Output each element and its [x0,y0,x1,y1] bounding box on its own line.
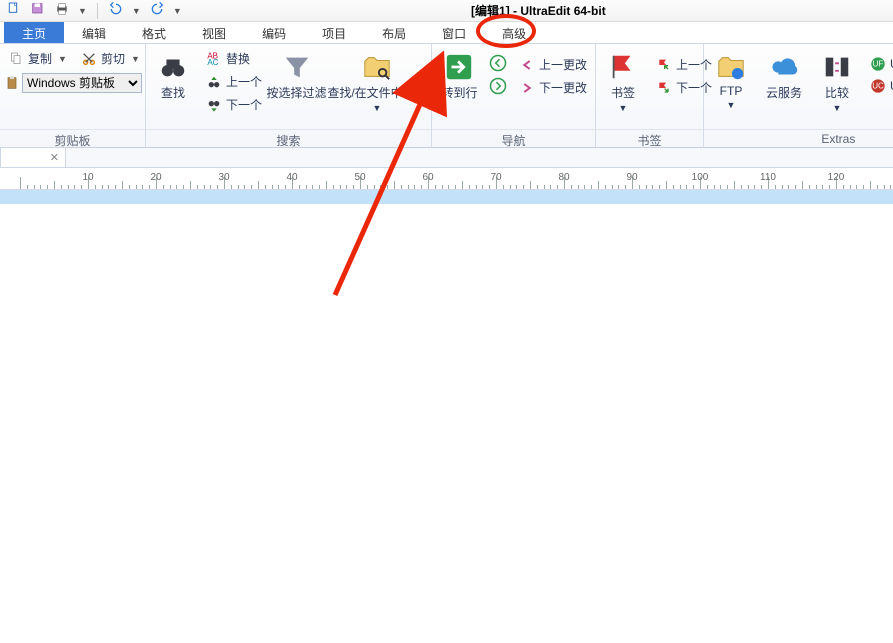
redo-icon[interactable] [149,1,165,20]
prev-change-button[interactable]: 上一更改 [515,54,591,75]
folder-search-icon [362,52,392,82]
cut-button[interactable]: 剪切▼ [77,48,144,69]
find-in-files-button[interactable]: 查找/在文件中替换 ▼ [327,48,427,117]
menu-window[interactable]: 窗口 [424,22,484,43]
replace-button[interactable]: ABAC 替换 [202,48,266,69]
quick-access-toolbar: ▼ ▼ ▼ [编辑1] - UltraEdit 64-bit [0,0,893,22]
cloud-button[interactable]: 云服务 [760,48,808,105]
ftp-folder-icon [716,52,746,82]
document-tab-bar: ✕ [0,148,893,168]
bookmark-flag-icon [608,52,638,82]
menu-layout[interactable]: 布局 [364,22,424,43]
menu-advanced[interactable]: 高级 [484,22,544,45]
binoculars-icon [158,52,188,82]
bookmark-up-icon [656,57,672,73]
menu-edit[interactable]: 编辑 [64,22,124,43]
ultracompare-button[interactable]: UC UltraCompare [866,76,893,96]
undo-dropdown-icon[interactable]: ▼ [132,6,141,16]
group-title-extras: Extras [704,129,893,147]
find-button[interactable]: 查找 [150,48,196,105]
ftp-button[interactable]: FTP ▼ [708,48,754,114]
menu-view[interactable]: 视图 [184,22,244,43]
menu-home[interactable]: 主页 [4,22,64,43]
group-title-nav: 导航 [432,129,595,147]
print-dropdown-icon[interactable]: ▼ [78,6,87,16]
menu-format[interactable]: 格式 [124,22,184,43]
ruler: 102030405060708090100110120 [0,168,893,190]
ribbon: 复制▼ 剪切▼ Windows 剪贴板 剪贴板 [0,44,893,148]
find-prev-button[interactable]: 上一个 [202,71,266,92]
redo-dropdown-icon[interactable]: ▼ [173,6,182,16]
group-title-search: 搜索 [146,129,431,147]
clipboard-select[interactable]: Windows 剪贴板 [22,73,142,93]
menu-encoding[interactable]: 编码 [244,22,304,43]
new-file-icon[interactable] [6,1,22,20]
filter-selection-button[interactable]: 按选择过滤 [272,48,321,105]
find-next-button[interactable]: 下一个 [202,94,266,115]
svg-text:UF: UF [873,60,884,69]
binoculars-up-icon [206,74,222,90]
ultrafinder-button[interactable]: UF UltraFinder [866,54,893,74]
menu-project[interactable]: 项目 [304,22,364,43]
goto-line-button[interactable]: 转到行 [436,48,483,105]
svg-text:AC: AC [207,58,218,67]
close-tab-icon[interactable]: ✕ [50,151,59,164]
group-title-clipboard: 剪贴板 [0,129,145,147]
save-icon[interactable] [30,1,46,20]
window-title: [编辑1] - UltraEdit 64-bit [190,2,887,19]
document-tab[interactable]: ✕ [0,147,66,167]
compare-icon [822,52,852,82]
replace-icon: ABAC [206,51,222,67]
arrow-right-icon [519,80,535,96]
uc-badge-icon: UC [870,78,886,94]
undo-icon[interactable] [108,1,124,20]
arrow-left-icon [519,57,535,73]
scissors-icon [81,51,97,67]
cloud-icon [769,52,799,82]
goto-arrow-icon [444,52,474,82]
clipboard-icon [4,75,20,91]
bookmark-button[interactable]: 书签 ▼ [600,48,646,117]
next-change-button[interactable]: 下一更改 [515,77,591,98]
copy-icon [8,51,24,67]
bookmark-down-icon [656,80,672,96]
svg-text:UC: UC [872,82,884,91]
binoculars-down-icon [206,97,222,113]
nav-back-icon[interactable] [489,54,507,75]
copy-button[interactable]: 复制▼ [4,48,71,69]
print-icon[interactable] [54,1,70,20]
menu-bar: 主页 编辑 格式 视图 编码 项目 布局 窗口 高级 [0,22,893,44]
uf-badge-icon: UF [870,56,886,72]
funnel-icon [282,52,312,82]
group-title-bookmark: 书签 [596,129,703,147]
editor-area[interactable] [0,190,893,204]
compare-button[interactable]: 比较 ▼ [814,48,860,117]
nav-fwd-icon[interactable] [489,77,507,98]
